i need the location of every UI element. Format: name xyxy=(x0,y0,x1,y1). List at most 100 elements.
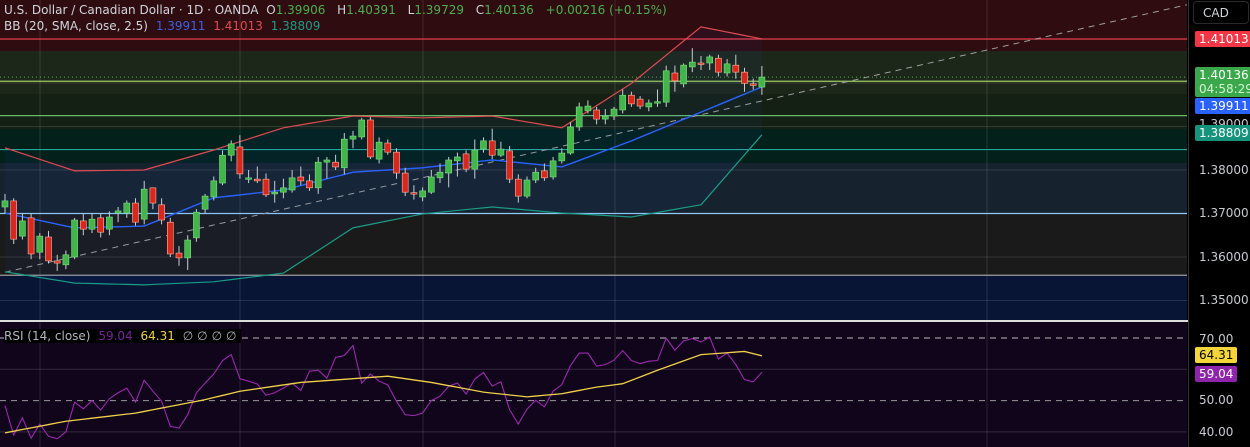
candle-up xyxy=(19,220,26,237)
bb-legend[interactable]: BB (20, SMA, close, 2.5) 1.39911 1.41013… xyxy=(4,19,324,33)
candle-up xyxy=(601,115,609,120)
high-value: 1.40391 xyxy=(346,3,396,17)
candle-up xyxy=(88,218,96,230)
candle-up xyxy=(532,171,540,181)
candle-up xyxy=(123,202,131,214)
candle-down xyxy=(741,71,748,84)
candle-up xyxy=(358,119,366,138)
candle-down xyxy=(671,72,679,82)
change-value: +0.00216 (+0.15%) xyxy=(545,3,667,17)
candle-down xyxy=(715,57,722,73)
candle-up xyxy=(323,159,331,163)
currency-button[interactable]: CAD xyxy=(1193,1,1249,24)
price-tick: 1.36000 xyxy=(1199,250,1249,264)
candle-up xyxy=(436,171,444,179)
candle-up xyxy=(349,135,357,140)
symbol-legend: U.S. Dollar / Canadian Dollar · 1D · OAN… xyxy=(4,3,667,17)
close-value: 1.40136 xyxy=(484,3,534,17)
bb-upper-price-label: 1.41013 xyxy=(1195,31,1250,47)
candle-up xyxy=(375,141,383,160)
candle-down xyxy=(506,150,513,180)
candle-up xyxy=(723,63,731,74)
candle-down xyxy=(27,217,35,255)
candle-down xyxy=(332,161,339,168)
candle-up xyxy=(575,106,583,128)
candle-up xyxy=(584,105,592,112)
candle-down xyxy=(384,142,392,153)
bb-label: BB (20, SMA, close, 2.5) xyxy=(4,19,148,33)
price-scale[interactable]: CAD 1.39000 1.38000 1.37000 1.36000 1.35… xyxy=(1188,0,1250,447)
candle-up xyxy=(140,188,148,220)
candle-up xyxy=(558,152,566,162)
candle-up xyxy=(227,143,235,156)
candle-up xyxy=(36,235,44,253)
candle-down xyxy=(149,187,157,204)
candle-down xyxy=(53,260,61,264)
candle-down xyxy=(410,192,418,195)
candle-up xyxy=(219,154,226,184)
candle-up xyxy=(610,108,618,117)
candle-down xyxy=(236,146,244,175)
candle-down xyxy=(732,64,740,73)
candle-up xyxy=(419,190,426,198)
candle-up xyxy=(654,101,661,104)
candle-up xyxy=(314,161,322,189)
candle-up xyxy=(567,126,574,154)
price-tick: 1.37000 xyxy=(1199,206,1249,220)
price-tick: 1.38000 xyxy=(1199,163,1249,177)
candle-down xyxy=(628,94,635,105)
candle-down xyxy=(488,140,496,156)
candle-down xyxy=(254,178,261,182)
rsi-label: RSI (14, close) xyxy=(4,329,91,343)
candle-up xyxy=(645,102,653,108)
candle-up xyxy=(271,191,279,195)
candle-down xyxy=(367,119,374,158)
candle-down xyxy=(167,221,174,255)
candle-up xyxy=(193,211,200,239)
candle-down xyxy=(158,204,165,221)
candle-up xyxy=(497,148,505,156)
candle-up xyxy=(471,149,479,170)
candle-up xyxy=(288,177,296,191)
candle-up xyxy=(245,177,252,180)
candle-up xyxy=(523,179,531,197)
candle-down xyxy=(97,217,104,233)
candle-up xyxy=(445,159,453,174)
candle-down xyxy=(80,220,87,230)
candle-up xyxy=(280,187,287,193)
candle-up xyxy=(201,195,209,210)
pane-separator[interactable] xyxy=(0,320,1250,322)
candle-down xyxy=(697,62,705,65)
rsi-tick: 50.00 xyxy=(1199,393,1234,407)
candle-up xyxy=(210,180,218,198)
candle-up xyxy=(549,160,557,178)
candle-down xyxy=(749,83,757,86)
candle-down xyxy=(45,236,52,262)
candle-down xyxy=(297,176,305,182)
candle-up xyxy=(619,94,627,111)
last-price-label: 1.40136 04:58:29 xyxy=(1195,67,1250,97)
rsi-ma-value: 64.31 xyxy=(140,329,175,343)
price-chart[interactable] xyxy=(0,0,1187,321)
price-tick: 1.35000 xyxy=(1199,293,1249,307)
symbol-title[interactable]: U.S. Dollar / Canadian Dollar · 1D · OAN… xyxy=(4,3,258,17)
candle-up xyxy=(706,56,714,64)
candle-up xyxy=(427,176,435,193)
zone-band xyxy=(0,51,1187,94)
candle-up xyxy=(184,239,191,259)
candle-down xyxy=(514,178,522,197)
rsi-tick: 70.00 xyxy=(1199,332,1234,346)
rsi-legend[interactable]: RSI (14, close) 59.04 64.31 ∅ ∅ ∅ ∅ xyxy=(4,329,241,343)
candle-up xyxy=(71,219,78,258)
candle-up xyxy=(680,64,687,85)
candle-down xyxy=(541,170,548,179)
bb-basis-price-label: 1.39911 xyxy=(1195,98,1250,114)
candle-down xyxy=(393,151,400,174)
candle-down xyxy=(132,202,139,223)
candle-down xyxy=(10,200,17,240)
rsi-value: 59.04 xyxy=(98,329,133,343)
candle-up xyxy=(1,200,9,208)
candle-down xyxy=(262,178,270,196)
open-value: 1.39906 xyxy=(275,3,326,17)
candle-up xyxy=(758,76,766,88)
